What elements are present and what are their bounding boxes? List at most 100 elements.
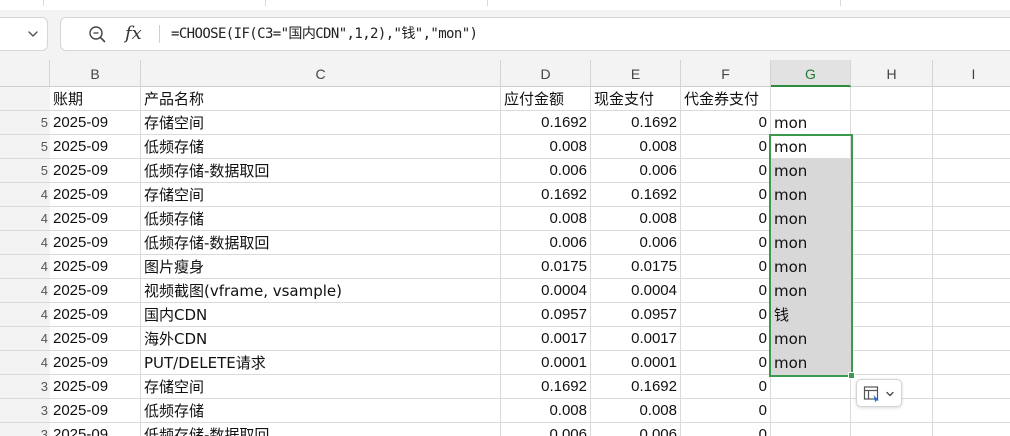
cell-g[interactable]: mon bbox=[771, 159, 851, 183]
row-header[interactable]: 4 bbox=[0, 279, 50, 303]
cell-c[interactable]: 低频存储 bbox=[141, 135, 501, 159]
column-header-f[interactable]: F bbox=[681, 60, 771, 86]
column-header-d[interactable]: D bbox=[501, 60, 591, 86]
cell-c[interactable]: 存储空间 bbox=[141, 375, 501, 399]
row-header[interactable]: 4 bbox=[0, 183, 50, 207]
cell-c[interactable]: PUT/DELETE请求 bbox=[141, 351, 501, 375]
column-header-h[interactable]: H bbox=[851, 60, 933, 86]
cell-h[interactable] bbox=[851, 87, 933, 111]
column-header-i[interactable]: I bbox=[933, 60, 1010, 86]
cell-c[interactable]: 图片瘦身 bbox=[141, 255, 501, 279]
row-header[interactable]: 4 bbox=[0, 327, 50, 351]
cell-g[interactable]: mon bbox=[771, 111, 851, 135]
cell-d[interactable]: 0.0004 bbox=[501, 279, 591, 303]
cell-d[interactable]: 0.0017 bbox=[501, 327, 591, 351]
insert-function-icon[interactable]: fx bbox=[125, 23, 142, 45]
cell-d[interactable]: 应付金额 bbox=[501, 87, 591, 111]
cell-d[interactable]: 0.0001 bbox=[501, 351, 591, 375]
cell-g[interactable]: mon bbox=[771, 183, 851, 207]
cell-d[interactable]: 0.008 bbox=[501, 207, 591, 231]
cell-e[interactable]: 0.1692 bbox=[591, 375, 681, 399]
cell-e[interactable]: 0.006 bbox=[591, 423, 681, 436]
column-header-g[interactable]: G bbox=[771, 60, 851, 87]
cell-e[interactable]: 0.1692 bbox=[591, 111, 681, 135]
cell-b[interactable]: 2025-09 bbox=[50, 399, 141, 423]
row-header[interactable]: 3 bbox=[0, 399, 50, 423]
formula-input[interactable]: =CHOOSE(IF(C3="国内CDN",1,2),"钱","mon") bbox=[171, 24, 478, 44]
cell-b[interactable]: 2025-09 bbox=[50, 351, 141, 375]
formula-bar[interactable]: fx =CHOOSE(IF(C3="国内CDN",1,2),"钱","mon") bbox=[60, 17, 1010, 51]
cell-b[interactable]: 2025-09 bbox=[50, 279, 141, 303]
row-header[interactable] bbox=[0, 87, 50, 111]
cell-b[interactable]: 2025-09 bbox=[50, 327, 141, 351]
cell-i[interactable] bbox=[933, 327, 1010, 351]
cell-c[interactable]: 存储空间 bbox=[141, 111, 501, 135]
cell-f[interactable]: 0 bbox=[681, 279, 771, 303]
cell-g[interactable]: 钱 bbox=[771, 303, 851, 327]
cell-g[interactable]: mon bbox=[771, 255, 851, 279]
cell-c[interactable]: 国内CDN bbox=[141, 303, 501, 327]
cell-b[interactable]: 2025-09 bbox=[50, 231, 141, 255]
cell-b[interactable]: 2025-09 bbox=[50, 183, 141, 207]
row-header[interactable]: 5 bbox=[0, 135, 50, 159]
cell-g[interactable]: mon bbox=[771, 207, 851, 231]
quick-analysis-icon[interactable] bbox=[863, 385, 881, 403]
cell-i[interactable] bbox=[933, 279, 1010, 303]
row-header[interactable]: 5 bbox=[0, 111, 50, 135]
cell-i[interactable] bbox=[933, 255, 1010, 279]
cell-e[interactable]: 0.008 bbox=[591, 135, 681, 159]
cell-d[interactable]: 0.0957 bbox=[501, 303, 591, 327]
cell-d[interactable]: 0.1692 bbox=[501, 111, 591, 135]
cell-h[interactable] bbox=[851, 159, 933, 183]
cell-f[interactable]: 代金券支付 bbox=[681, 87, 771, 111]
cell-e[interactable]: 0.0004 bbox=[591, 279, 681, 303]
row-header[interactable]: 4 bbox=[0, 231, 50, 255]
chevron-down-icon[interactable] bbox=[26, 27, 40, 41]
row-header[interactable]: 5 bbox=[0, 159, 50, 183]
cell-g[interactable] bbox=[771, 87, 851, 111]
cell-d[interactable]: 0.008 bbox=[501, 135, 591, 159]
cell-g[interactable]: mon bbox=[771, 279, 851, 303]
cell-e[interactable]: 0.0957 bbox=[591, 303, 681, 327]
cell-e[interactable]: 0.1692 bbox=[591, 183, 681, 207]
cell-e[interactable]: 0.006 bbox=[591, 231, 681, 255]
cell-c[interactable]: 存储空间 bbox=[141, 183, 501, 207]
cell-b[interactable]: 2025-09 bbox=[50, 423, 141, 436]
cell-c[interactable]: 视频截图(vframe, vsample) bbox=[141, 279, 501, 303]
cell-e[interactable]: 0.006 bbox=[591, 159, 681, 183]
cell-i[interactable] bbox=[933, 375, 1010, 399]
cell-h[interactable] bbox=[851, 135, 933, 159]
cell-c[interactable]: 低频存储-数据取回 bbox=[141, 423, 501, 436]
cell-e[interactable]: 0.0017 bbox=[591, 327, 681, 351]
cell-i[interactable] bbox=[933, 111, 1010, 135]
cell-f[interactable]: 0 bbox=[681, 423, 771, 436]
cell-i[interactable] bbox=[933, 303, 1010, 327]
cell-i[interactable] bbox=[933, 207, 1010, 231]
cell-h[interactable] bbox=[851, 231, 933, 255]
cell-f[interactable]: 0 bbox=[681, 375, 771, 399]
column-header-corner[interactable] bbox=[0, 60, 50, 86]
cell-b[interactable]: 账期 bbox=[50, 87, 141, 111]
cell-d[interactable]: 0.006 bbox=[501, 231, 591, 255]
row-header[interactable]: 3 bbox=[0, 375, 50, 399]
cell-g[interactable]: mon bbox=[771, 351, 851, 375]
cell-h[interactable] bbox=[851, 255, 933, 279]
name-box[interactable] bbox=[0, 17, 48, 51]
cell-i[interactable] bbox=[933, 423, 1010, 436]
cell-i[interactable] bbox=[933, 399, 1010, 423]
cell-i[interactable] bbox=[933, 159, 1010, 183]
cell-e[interactable]: 0.008 bbox=[591, 207, 681, 231]
column-header-e[interactable]: E bbox=[591, 60, 681, 86]
cell-h[interactable] bbox=[851, 183, 933, 207]
cell-g[interactable]: mon bbox=[771, 327, 851, 351]
cell-g[interactable]: mon bbox=[771, 231, 851, 255]
cell-h[interactable] bbox=[851, 207, 933, 231]
cell-f[interactable]: 0 bbox=[681, 255, 771, 279]
cell-c[interactable]: 低频存储 bbox=[141, 399, 501, 423]
cell-b[interactable]: 2025-09 bbox=[50, 255, 141, 279]
cell-f[interactable]: 0 bbox=[681, 159, 771, 183]
cell-b[interactable]: 2025-09 bbox=[50, 111, 141, 135]
row-header[interactable]: 4 bbox=[0, 303, 50, 327]
column-header-c[interactable]: C bbox=[141, 60, 501, 86]
cell-i[interactable] bbox=[933, 231, 1010, 255]
